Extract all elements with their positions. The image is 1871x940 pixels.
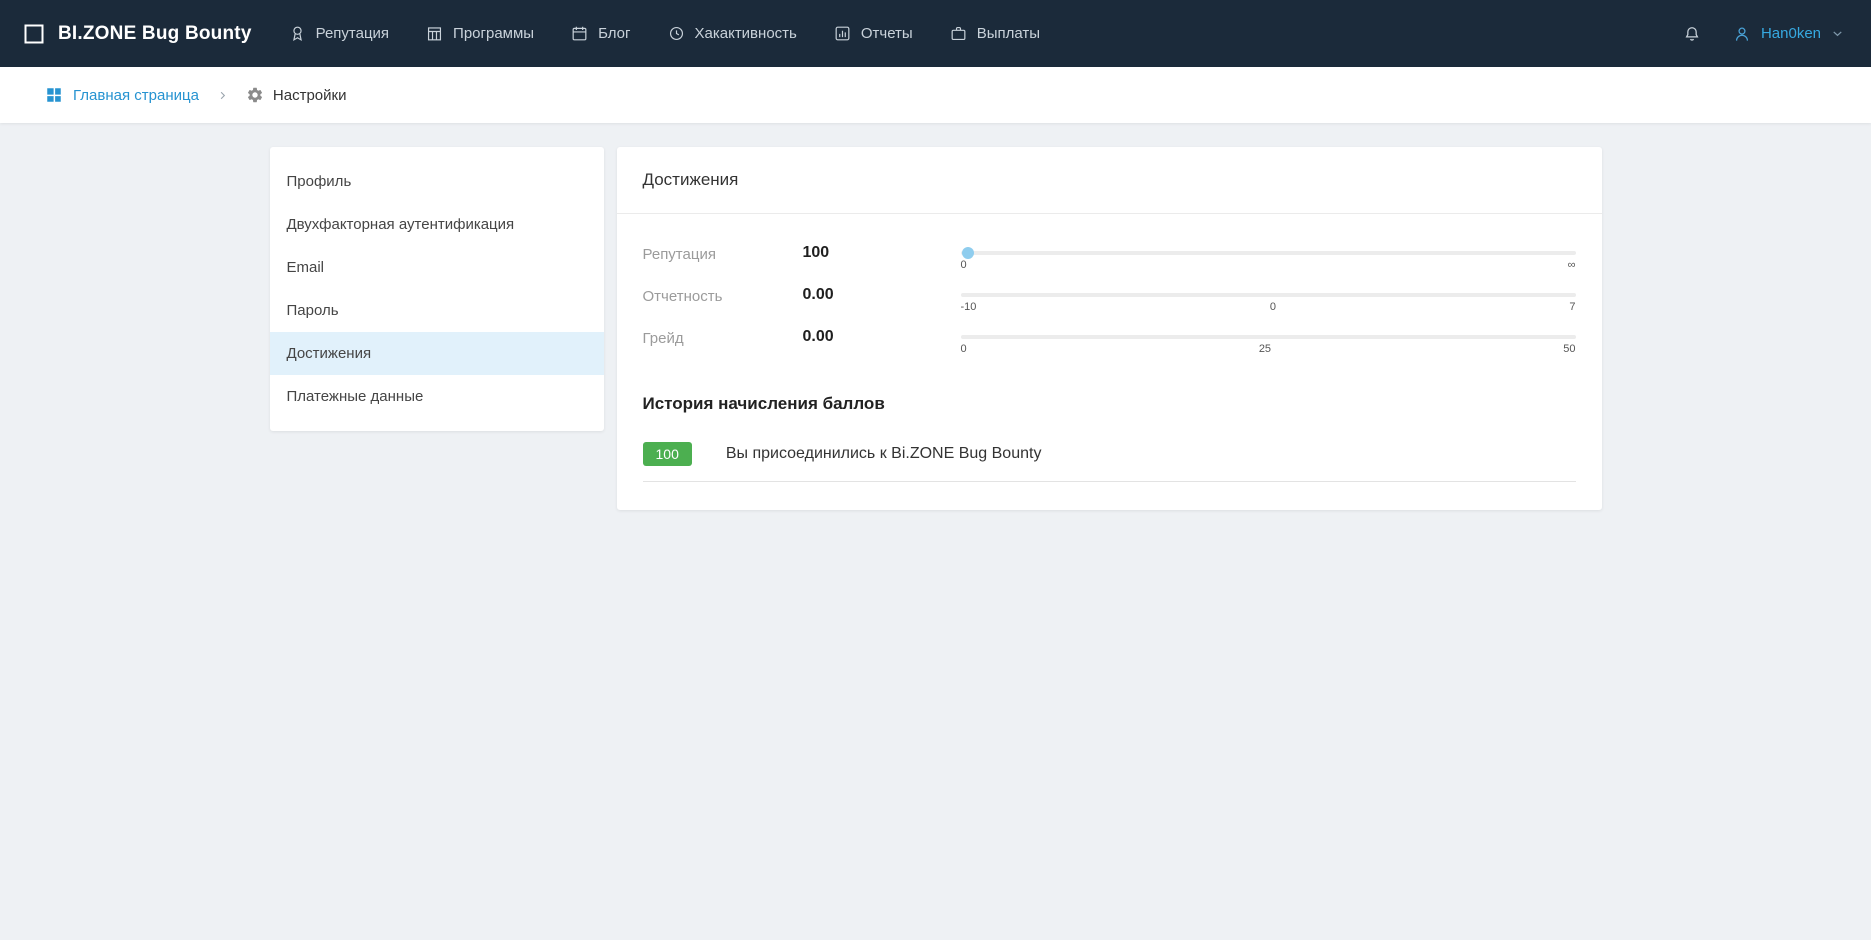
- history-entry: 100 Вы присоединились к Bi.ZONE Bug Boun…: [643, 442, 1576, 482]
- breadcrumb-bar: Главная страница Настройки: [0, 67, 1871, 123]
- sidebar-item-password[interactable]: Пароль: [270, 289, 604, 332]
- slider-scale: -10 0 7: [961, 301, 1576, 313]
- breadcrumb-home-link[interactable]: Главная страница: [45, 86, 199, 104]
- sidebar-item-profile[interactable]: Профиль: [270, 160, 604, 203]
- nav-item-label: Отчеты: [861, 25, 913, 42]
- top-navbar: BI.ZONE Bug Bounty Репутация Программы Б…: [0, 0, 1871, 67]
- slider-track: [961, 335, 1576, 339]
- achievements-metrics: Репутация 100 0 ∞ Отчетность 0.00: [617, 214, 1602, 376]
- reports-icon: [833, 24, 852, 43]
- nav-item-label: Хакактивность: [695, 25, 797, 42]
- metric-row-reporting: Отчетность 0.00 -10 0 7: [643, 286, 1576, 313]
- points-badge: 100: [643, 442, 692, 466]
- reputation-slider: 0 ∞: [961, 244, 1576, 271]
- nav-item-label: Выплаты: [977, 25, 1040, 42]
- chevron-right-icon: [217, 90, 228, 101]
- programs-icon: [425, 24, 444, 43]
- nav-item-label: Блог: [598, 25, 630, 42]
- achievements-card: Достижения Репутация 100 0 ∞: [617, 147, 1602, 510]
- metric-value: 100: [803, 244, 961, 262]
- scale-tick: 0: [1270, 301, 1276, 313]
- metric-value: 0.00: [803, 286, 961, 304]
- reporting-slider: -10 0 7: [961, 286, 1576, 313]
- navbar-right: Han0ken: [1682, 24, 1845, 44]
- gear-icon: [246, 86, 264, 104]
- brand-title: BI.ZONE Bug Bounty: [58, 23, 252, 45]
- metric-row-reputation: Репутация 100 0 ∞: [643, 244, 1576, 271]
- metric-label: Грейд: [643, 328, 803, 347]
- settings-menu: Профиль Двухфакторная аутентификация Ema…: [270, 147, 604, 431]
- user-menu[interactable]: Han0ken: [1732, 24, 1845, 44]
- nav-item-programs[interactable]: Программы: [425, 24, 534, 43]
- scale-tick: 7: [1569, 301, 1575, 313]
- activity-icon: [667, 24, 686, 43]
- main-nav: Репутация Программы Блог Хакактивность: [288, 24, 1040, 43]
- nav-item-activity[interactable]: Хакактивность: [667, 24, 797, 43]
- scale-tick: 50: [1563, 343, 1575, 355]
- nav-item-reputation[interactable]: Репутация: [288, 24, 389, 43]
- sidebar-item-2fa[interactable]: Двухфакторная аутентификация: [270, 203, 604, 246]
- nav-item-reports[interactable]: Отчеты: [833, 24, 913, 43]
- brand[interactable]: BI.ZONE Bug Bounty: [22, 22, 252, 46]
- scale-tick: -10: [961, 301, 977, 313]
- scale-tick: ∞: [1568, 259, 1576, 271]
- sidebar-item-achievements[interactable]: Достижения: [270, 332, 604, 375]
- grade-slider: 0 25 50: [961, 328, 1576, 355]
- nav-item-payouts[interactable]: Выплаты: [949, 24, 1040, 43]
- slider-scale: 0 25 50: [961, 343, 1576, 355]
- slider-track: [961, 251, 1576, 255]
- reputation-icon: [288, 24, 307, 43]
- breadcrumb-home-label: Главная страница: [73, 87, 199, 104]
- main-content: Профиль Двухфакторная аутентификация Ema…: [270, 147, 1602, 510]
- history-entry-text: Вы присоединились к Bi.ZONE Bug Bounty: [726, 445, 1042, 463]
- breadcrumb-current: Настройки: [246, 86, 347, 104]
- notifications-bell-icon[interactable]: [1682, 24, 1702, 44]
- breadcrumb-current-label: Настройки: [273, 87, 347, 104]
- scale-tick: 25: [1259, 343, 1271, 355]
- metric-value: 0.00: [803, 328, 961, 346]
- user-icon: [1732, 24, 1752, 44]
- nav-item-blog[interactable]: Блог: [570, 24, 630, 43]
- home-grid-icon: [45, 86, 63, 104]
- payouts-icon: [949, 24, 968, 43]
- bizone-logo-icon: [22, 22, 46, 46]
- scale-tick: 0: [961, 259, 967, 271]
- points-history: История начисления баллов 100 Вы присоед…: [617, 376, 1602, 510]
- chevron-down-icon: [1830, 26, 1845, 41]
- scale-tick: 0: [961, 343, 967, 355]
- points-history-title: История начисления баллов: [643, 394, 1576, 414]
- slider-handle: [962, 247, 974, 259]
- blog-icon: [570, 24, 589, 43]
- slider-track: [961, 293, 1576, 297]
- breadcrumb: Главная страница Настройки: [45, 86, 346, 104]
- metric-label: Репутация: [643, 244, 803, 263]
- sidebar-item-email[interactable]: Email: [270, 246, 604, 289]
- nav-item-label: Программы: [453, 25, 534, 42]
- slider-scale: 0 ∞: [961, 259, 1576, 271]
- user-name: Han0ken: [1761, 25, 1821, 42]
- page: BI.ZONE Bug Bounty Репутация Программы Б…: [0, 0, 1871, 510]
- nav-item-label: Репутация: [316, 25, 389, 42]
- achievements-title: Достижения: [617, 147, 1602, 214]
- metric-label: Отчетность: [643, 286, 803, 305]
- metric-row-grade: Грейд 0.00 0 25 50: [643, 328, 1576, 355]
- sidebar-item-payment[interactable]: Платежные данные: [270, 375, 604, 418]
